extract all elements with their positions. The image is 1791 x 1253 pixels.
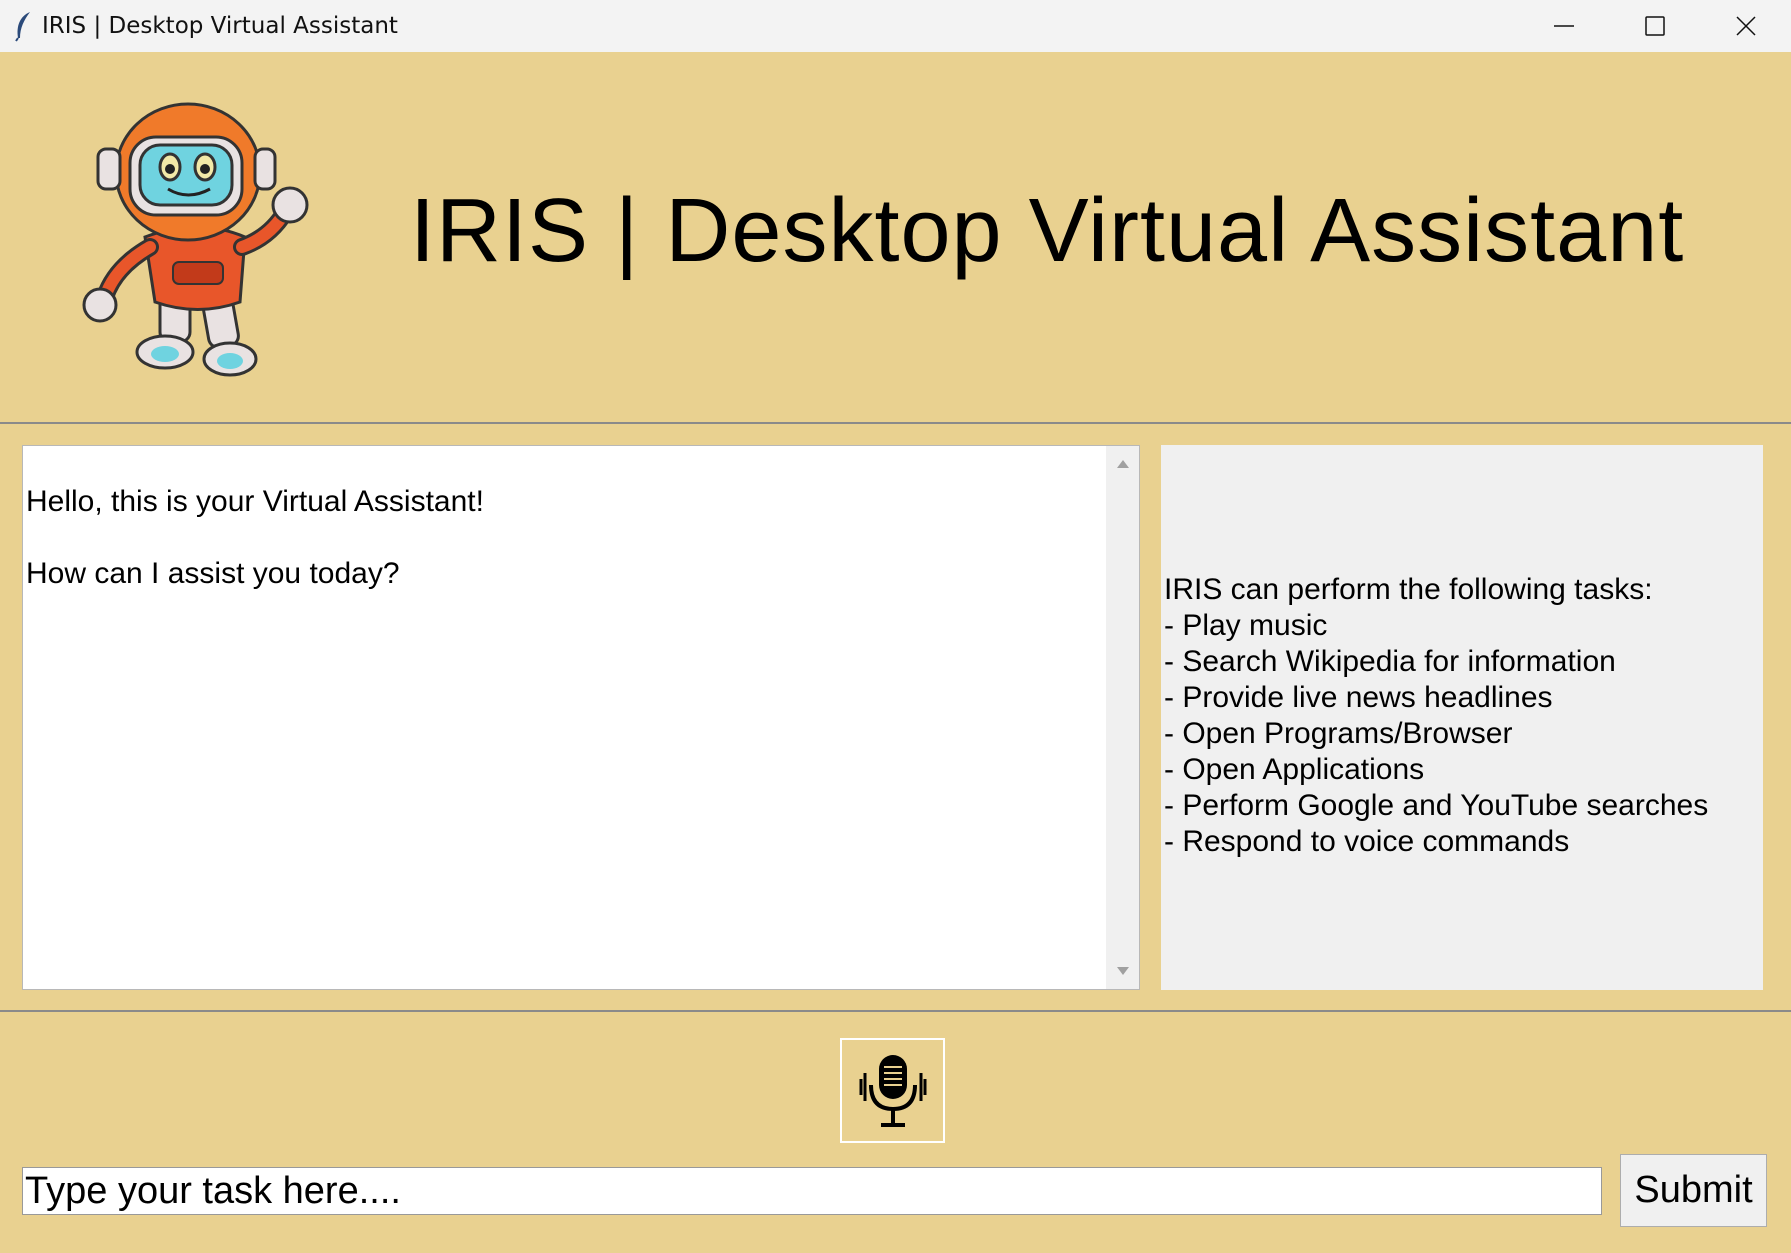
chat-log[interactable]: Hello, this is your Virtual Assistant! H… [22,445,1140,990]
tasks-heading: IRIS can perform the following tasks: [1164,573,1653,606]
submit-button[interactable]: Submit [1620,1154,1767,1227]
minimize-button[interactable] [1518,0,1609,52]
scroll-down-arrow-icon[interactable] [1117,967,1129,975]
chat-line: How can I assist you today? [26,557,400,590]
task-item: - Provide live news headlines [1164,681,1553,714]
task-item: - Open Programs/Browser [1164,717,1513,750]
chat-scrollbar[interactable] [1106,446,1139,989]
task-item: - Open Applications [1164,753,1425,786]
chat-line: Hello, this is your Virtual Assistant! [26,485,484,518]
task-item: - Play music [1164,609,1328,642]
page-title: IRIS | Desktop Virtual Assistant [410,181,1685,281]
tasks-panel: IRIS can perform the following tasks: - … [1161,445,1763,990]
feather-icon [15,12,30,42]
task-item: - Search Wikipedia for information [1164,645,1616,678]
section-divider [0,1010,1791,1012]
title-bar: IRIS | Desktop Virtual Assistant [0,0,1791,52]
close-icon [1735,16,1756,36]
tasks-list: IRIS can perform the following tasks: - … [1164,572,1708,860]
robot-mascot-logo [82,102,309,377]
microphone-icon [859,1054,926,1127]
task-input[interactable] [22,1167,1602,1215]
close-button[interactable] [1700,0,1791,52]
scroll-up-arrow-icon[interactable] [1117,460,1129,468]
chat-messages: Hello, this is your Virtual Assistant! H… [26,448,484,628]
header-banner: IRIS | Desktop Virtual Assistant [0,52,1791,424]
minimize-icon [1553,25,1574,27]
window-title: IRIS | Desktop Virtual Assistant [42,13,398,39]
window-controls [1518,0,1791,52]
microphone-button[interactable] [840,1038,945,1143]
task-item: - Respond to voice commands [1164,825,1570,858]
task-item: - Perform Google and YouTube searches [1164,789,1709,822]
maximize-button[interactable] [1609,0,1700,52]
maximize-icon [1644,16,1665,36]
